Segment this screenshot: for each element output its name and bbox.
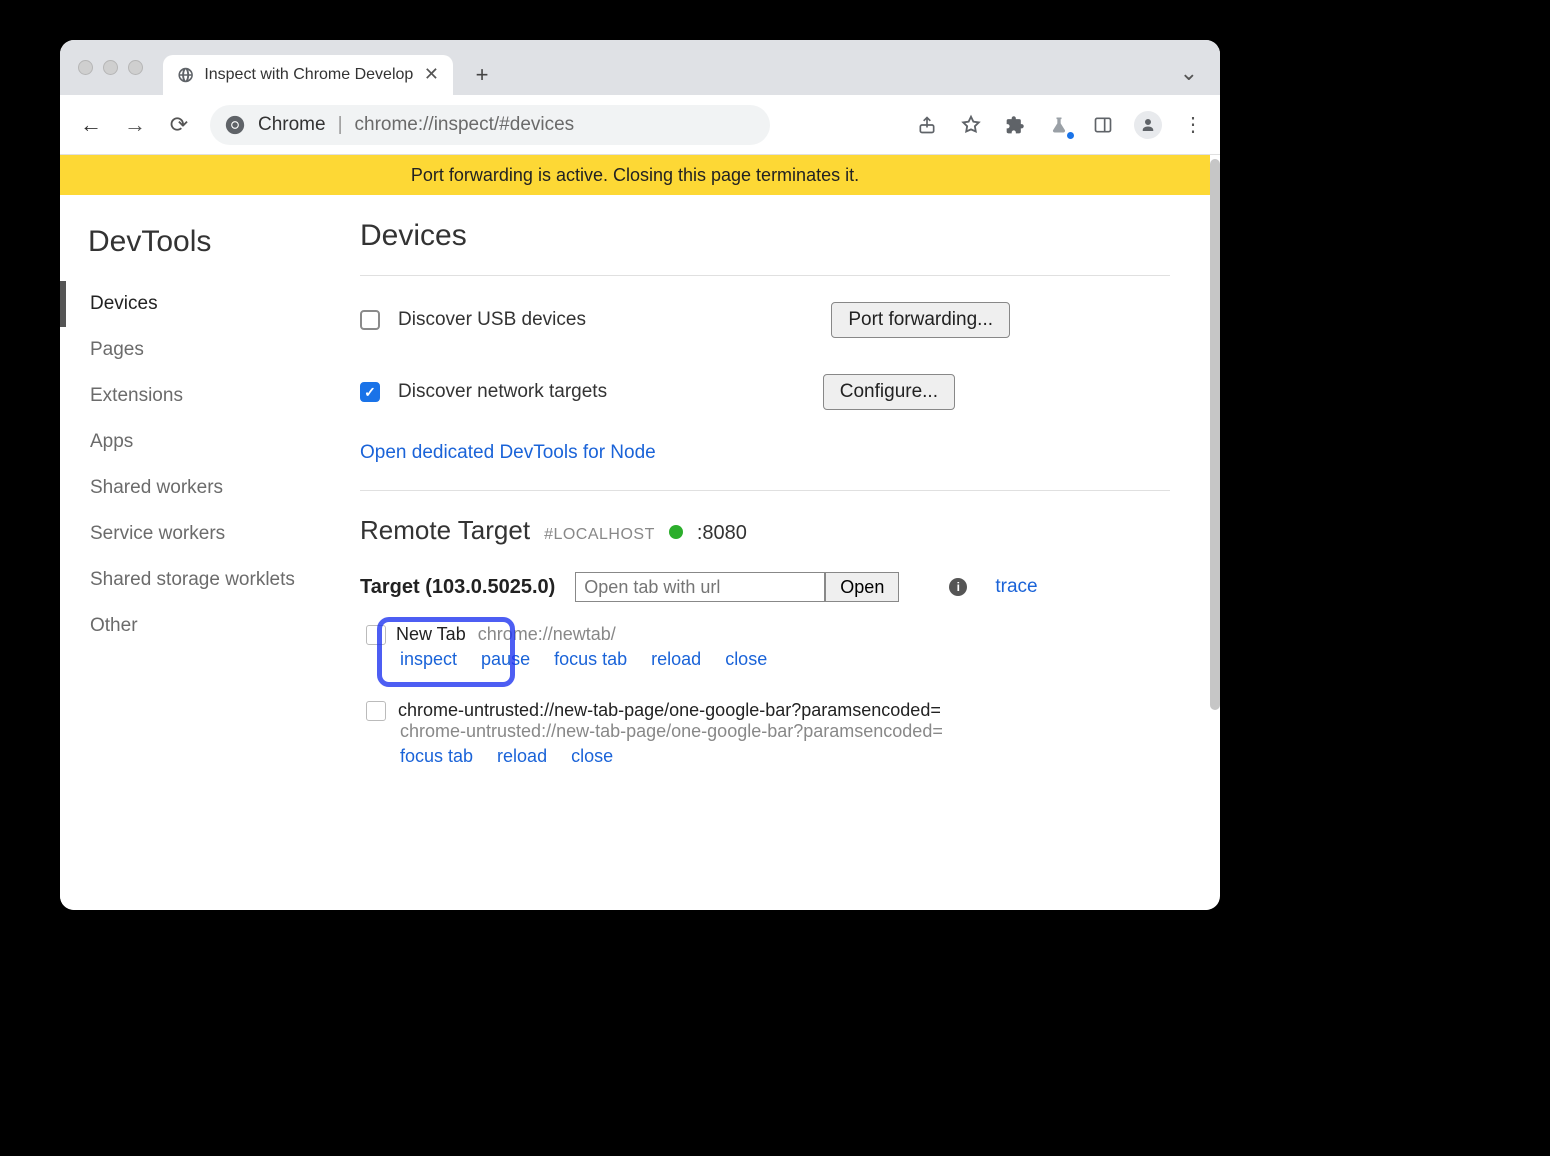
entry-url-title: chrome-untrusted://new-tab-page/one-goog… (398, 700, 941, 721)
open-tab-button[interactable]: Open (825, 572, 899, 602)
entry-actions: focus tab reload close (366, 742, 1170, 767)
address-bar[interactable]: Chrome | chrome://inspect/#devices (210, 105, 770, 145)
browser-toolbar: ← → ⟳ Chrome | chrome://inspect/#devices (60, 95, 1220, 155)
tab-title: Inspect with Chrome Develope (204, 66, 414, 84)
remote-target-title: Remote Target (360, 515, 530, 546)
omnibox-url: chrome://inspect/#devices (355, 114, 575, 136)
pause-link[interactable]: pause (481, 649, 530, 670)
inspect-link[interactable]: inspect (400, 649, 457, 670)
sidebar: DevTools Devices Pages Extensions Apps S… (60, 195, 360, 910)
favicon-placeholder-icon (366, 701, 386, 721)
share-icon[interactable] (914, 112, 940, 138)
back-button[interactable]: ← (74, 108, 108, 142)
entry-title: New Tab (396, 624, 466, 645)
chrome-icon (224, 114, 246, 136)
window-controls (78, 60, 143, 75)
profile-avatar[interactable] (1134, 111, 1162, 139)
focus-tab-link[interactable]: focus tab (400, 746, 473, 767)
close-window-icon[interactable] (78, 60, 93, 75)
entry-header: New Tab chrome://newtab/ (366, 624, 1170, 645)
open-tab-url-input[interactable] (575, 572, 825, 602)
globe-icon (177, 66, 194, 84)
entry-actions: inspect pause focus tab reload close (366, 645, 1170, 670)
tabs-menu-chevron-icon[interactable]: ⌄ (1180, 60, 1198, 86)
tab-strip: Inspect with Chrome Develope ✕ + ⌄ (60, 40, 1220, 95)
sidebar-item-shared-workers[interactable]: Shared workers (60, 465, 360, 511)
sidebar-item-devices[interactable]: Devices (60, 281, 360, 327)
sidebar-item-extensions[interactable]: Extensions (60, 373, 360, 419)
reload-button[interactable]: ⟳ (162, 108, 196, 142)
remote-target-header: Remote Target #LOCALHOST :8080 (360, 491, 1170, 560)
trace-link[interactable]: trace (995, 576, 1037, 598)
reload-link[interactable]: reload (497, 746, 547, 767)
toolbar-right: ⋮ (914, 111, 1206, 139)
browser-tab[interactable]: Inspect with Chrome Develope ✕ (163, 55, 453, 95)
discover-network-row: Discover network targets Configure... (360, 364, 1170, 436)
page-heading: Devices (360, 215, 1170, 276)
discover-usb-checkbox[interactable] (360, 310, 380, 330)
sidebar-item-apps[interactable]: Apps (60, 419, 360, 465)
remote-target-port: :8080 (697, 522, 747, 545)
discover-usb-row: Discover USB devices Port forwarding... (360, 276, 1170, 364)
maximize-window-icon[interactable] (128, 60, 143, 75)
close-link[interactable]: close (571, 746, 613, 767)
main-panel: Devices Discover USB devices Port forwar… (360, 195, 1210, 910)
new-tab-button[interactable]: + (467, 60, 497, 90)
target-entry-0: New Tab chrome://newtab/ inspect pause f… (360, 616, 1170, 678)
status-dot-icon (669, 525, 683, 539)
browser-window: Inspect with Chrome Develope ✕ + ⌄ ← → ⟳… (60, 40, 1220, 910)
page-body: DevTools Devices Pages Extensions Apps S… (60, 195, 1210, 910)
bookmark-star-icon[interactable] (958, 112, 984, 138)
sidebar-item-shared-storage-worklets[interactable]: Shared storage worklets (60, 557, 360, 603)
labs-icon[interactable] (1046, 112, 1072, 138)
sidebar-item-pages[interactable]: Pages (60, 327, 360, 373)
entry-header: chrome-untrusted://new-tab-page/one-goog… (366, 700, 1170, 721)
sidebar-item-service-workers[interactable]: Service workers (60, 511, 360, 557)
remote-target-host: #LOCALHOST (544, 526, 655, 544)
omnibox-separator: | (338, 114, 343, 136)
omnibox-context: Chrome (258, 114, 326, 136)
extensions-icon[interactable] (1002, 112, 1028, 138)
reload-link[interactable]: reload (651, 649, 701, 670)
port-forwarding-button[interactable]: Port forwarding... (831, 302, 1010, 338)
target-row: Target (103.0.5025.0) Open i trace (360, 560, 1170, 610)
discover-network-checkbox[interactable] (360, 382, 380, 402)
content-area: Port forwarding is active. Closing this … (60, 155, 1220, 910)
minimize-window-icon[interactable] (103, 60, 118, 75)
overflow-menu-icon[interactable]: ⋮ (1180, 112, 1206, 138)
discover-usb-label: Discover USB devices (398, 309, 586, 331)
vertical-scrollbar[interactable] (1210, 159, 1220, 710)
focus-tab-link[interactable]: focus tab (554, 649, 627, 670)
favicon-placeholder-icon (366, 625, 386, 645)
info-icon[interactable]: i (949, 578, 967, 596)
entry-url-subline: chrome-untrusted://new-tab-page/one-goog… (400, 721, 1170, 742)
sidebar-item-other[interactable]: Other (60, 603, 360, 649)
forward-button[interactable]: → (118, 108, 152, 142)
target-entry-1: chrome-untrusted://new-tab-page/one-goog… (360, 692, 1170, 775)
close-tab-icon[interactable]: ✕ (424, 64, 439, 85)
port-forwarding-banner: Port forwarding is active. Closing this … (60, 155, 1210, 195)
side-panel-icon[interactable] (1090, 112, 1116, 138)
open-node-devtools-link[interactable]: Open dedicated DevTools for Node (360, 442, 656, 463)
sidebar-title: DevTools (60, 219, 360, 281)
node-devtools-row: Open dedicated DevTools for Node (360, 436, 1170, 491)
configure-button[interactable]: Configure... (823, 374, 955, 410)
entry-url-trail: chrome://newtab/ (478, 624, 616, 645)
close-link[interactable]: close (725, 649, 767, 670)
discover-network-label: Discover network targets (398, 381, 607, 403)
target-label: Target (103.0.5025.0) (360, 576, 555, 599)
